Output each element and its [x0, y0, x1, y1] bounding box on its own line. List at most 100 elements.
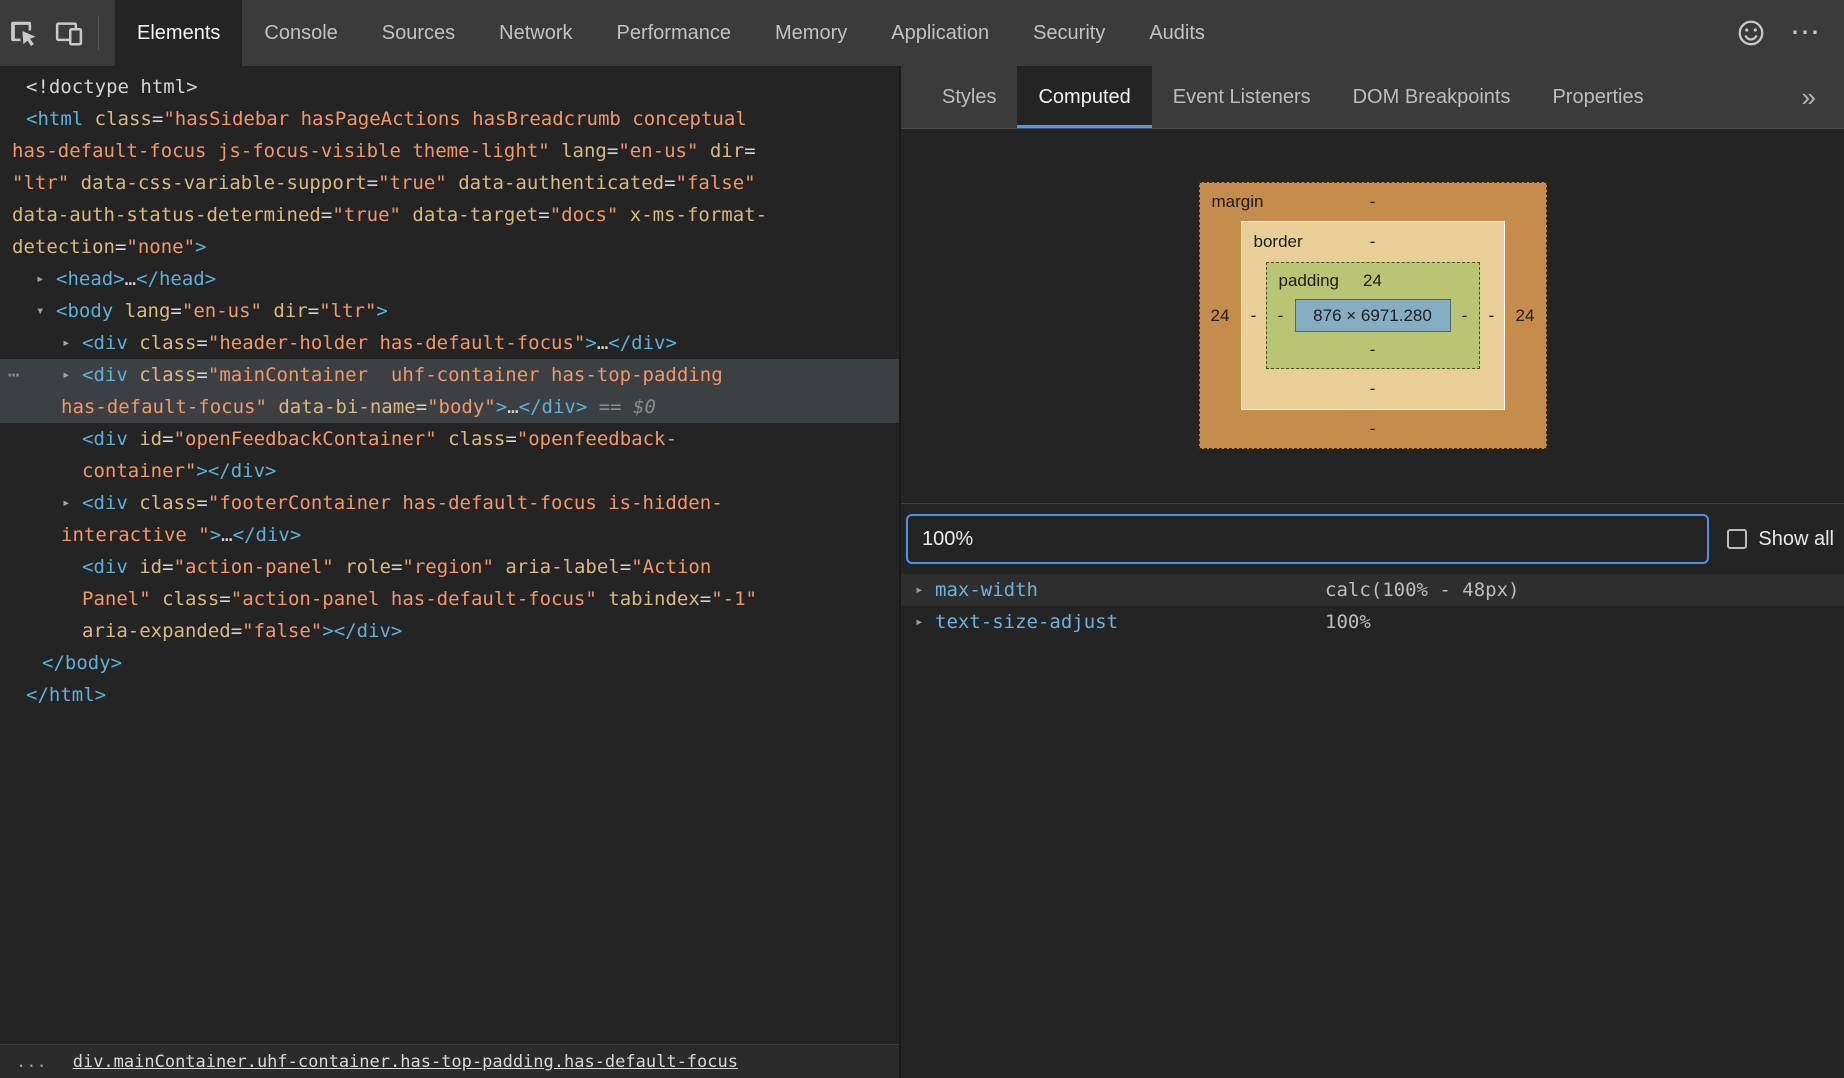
code-token: aria-expanded [82, 620, 231, 642]
box-model-content[interactable]: 876 × 6971.280 [1295, 299, 1451, 332]
toolbar-tab-console[interactable]: Console [242, 0, 359, 66]
dom-tree-line[interactable]: has-default-focus js-focus-visible theme… [0, 135, 899, 167]
sidebar-tab-event-listeners[interactable]: Event Listeners [1152, 66, 1332, 128]
code-token: … [597, 332, 608, 354]
dom-tree-line[interactable]: Panel" class="action-panel has-default-f… [0, 583, 899, 615]
toolbar-tab-performance[interactable]: Performance [595, 0, 754, 66]
dom-tree-line[interactable]: interactive ">…</div> [0, 519, 899, 551]
sidebar-tab-styles[interactable]: Styles [921, 66, 1017, 128]
sidebar-tab-computed[interactable]: Computed [1017, 66, 1151, 128]
breadcrumb-overflow-ellipsis[interactable]: ... [16, 1052, 47, 1072]
feedback-button[interactable] [1728, 18, 1774, 48]
sidebar-empty-space [901, 638, 1844, 1078]
toolbar-tab-network[interactable]: Network [477, 0, 594, 66]
padding-left-value[interactable]: - [1267, 299, 1295, 332]
dom-tree-line[interactable]: detection="none"> [0, 231, 899, 263]
computed-property-row[interactable]: ▸ text-size-adjust 100% [901, 606, 1844, 638]
margin-right-value[interactable]: 24 [1505, 221, 1546, 410]
device-toolbar-button[interactable] [46, 0, 92, 66]
box-model-padding[interactable]: padding 24 - 876 × 6971.280 - [1266, 262, 1480, 369]
code-token [128, 492, 139, 514]
code-token [437, 428, 448, 450]
dom-tree-line[interactable]: ▸<head>…</head> [0, 263, 899, 295]
code-token: = [231, 620, 242, 642]
expand-arrow-icon[interactable]: ▸ [915, 582, 935, 598]
code-token: "ltr" [319, 300, 376, 322]
code-token: role [345, 556, 391, 578]
box-model-border[interactable]: border - - padding 24 [1241, 221, 1505, 410]
code-token [83, 108, 94, 130]
toolbar-tab-application[interactable]: Application [869, 0, 1011, 66]
code-token: class [139, 332, 196, 354]
expand-arrow-icon[interactable]: ▸ [915, 614, 935, 630]
border-bottom-value[interactable]: - [1370, 379, 1376, 399]
inspect-element-button[interactable] [0, 0, 46, 66]
dom-tree-line[interactable]: ▸<div class="footerContainer has-default… [0, 487, 899, 519]
main-toolbar: Elements Console Sources Network Perform… [0, 0, 1844, 66]
code-token: data-css-variable-support [81, 172, 367, 194]
code-token: ></div> [322, 620, 402, 642]
dom-tree-line[interactable]: aria-expanded="false"></div> [0, 615, 899, 647]
show-all-control[interactable]: Show all [1727, 528, 1834, 551]
toolbar-tab-elements[interactable]: Elements [115, 0, 242, 66]
show-all-checkbox[interactable] [1727, 529, 1747, 549]
code-token: data-bi-name [278, 396, 415, 418]
collapse-arrow-icon[interactable]: ▸ [62, 327, 70, 359]
dom-tree-line[interactable]: has-default-focus" data-bi-name="body">…… [0, 391, 899, 423]
panel-tabs: Elements Console Sources Network Perform… [115, 0, 1227, 66]
filter-input[interactable] [906, 514, 1709, 564]
more-options-button[interactable]: ⋯ [1782, 18, 1828, 48]
code-token: = [607, 140, 618, 162]
collapse-arrow-icon[interactable]: ▸ [36, 263, 44, 295]
toolbar-tab-audits[interactable]: Audits [1127, 0, 1227, 66]
dom-tree-line[interactable]: <div id="action-panel" role="region" ari… [0, 551, 899, 583]
code-token: <div [82, 332, 128, 354]
collapse-arrow-icon[interactable]: ▸ [62, 487, 70, 519]
border-right-value[interactable]: - [1480, 262, 1504, 369]
computed-filter-row: Show all [901, 504, 1844, 574]
dom-tree-line[interactable]: <html class="hasSidebar hasPageActions h… [0, 103, 899, 135]
border-top-value[interactable]: - [1370, 232, 1376, 252]
padding-top-value[interactable]: 24 [1363, 271, 1382, 291]
dom-tree-line[interactable]: data-auth-status-determined="true" data-… [0, 199, 899, 231]
code-token: = [700, 588, 711, 610]
breadcrumb-selected-element[interactable]: div.mainContainer.uhf-container.has-top-… [73, 1052, 738, 1072]
code-token: x-ms-format- [630, 204, 767, 226]
dom-tree-line[interactable]: "ltr" data-css-variable-support="true" d… [0, 167, 899, 199]
border-left-value[interactable]: - [1242, 262, 1266, 369]
collapse-arrow-icon[interactable]: ▸ [62, 359, 70, 391]
computed-property-row[interactable]: ▸ max-width calc(100% - 48px) [901, 574, 1844, 606]
chevron-right-double-icon: » [1802, 82, 1816, 113]
dom-tree-line[interactable]: ▾<body lang="en-us" dir="ltr"> [0, 295, 899, 327]
code-token [597, 588, 608, 610]
sidebar-tab-dom-breakpoints[interactable]: DOM Breakpoints [1332, 66, 1532, 128]
margin-bottom-value[interactable]: - [1370, 419, 1376, 439]
margin-label: margin [1212, 192, 1264, 212]
sidebar-tabs-overflow-button[interactable]: » [1802, 66, 1844, 128]
code-token: == $0 [587, 396, 656, 418]
dom-tree-line[interactable]: </body> [0, 647, 899, 679]
margin-top-value[interactable]: - [1370, 192, 1376, 212]
sidebar-tab-properties[interactable]: Properties [1531, 66, 1664, 128]
expand-arrow-icon[interactable]: ▾ [36, 295, 44, 327]
toolbar-tab-memory[interactable]: Memory [753, 0, 869, 66]
padding-bottom-value[interactable]: - [1370, 340, 1376, 360]
padding-right-value[interactable]: - [1451, 299, 1479, 332]
code-token: dir [710, 140, 744, 162]
code-token: detection [12, 236, 115, 258]
dom-tree-line[interactable]: ▸<div class="header-holder has-default-f… [0, 327, 899, 359]
toolbar-tab-sources[interactable]: Sources [360, 0, 477, 66]
dom-tree-line[interactable]: </html> [0, 679, 899, 711]
dom-tree-line[interactable]: <div id="openFeedbackContainer" class="o… [0, 423, 899, 455]
property-name: text-size-adjust [935, 611, 1325, 633]
dom-tree-line[interactable]: <!doctype html> [0, 71, 899, 103]
code-token: <head> [56, 268, 125, 290]
margin-left-value[interactable]: 24 [1200, 221, 1241, 410]
dom-tree-line[interactable]: container"></div> [0, 455, 899, 487]
code-token [128, 428, 139, 450]
code-token: <div [82, 364, 128, 386]
box-model-margin[interactable]: margin - 24 border - - [1199, 182, 1547, 449]
code-token: <div [82, 556, 128, 578]
toolbar-tab-security[interactable]: Security [1011, 0, 1127, 66]
dom-tree-line[interactable]: ⋯▸<div class="mainContainer uhf-containe… [0, 359, 899, 391]
